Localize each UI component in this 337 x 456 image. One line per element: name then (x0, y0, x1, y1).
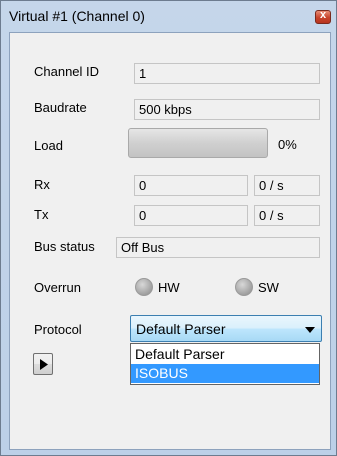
tx-label: Tx (34, 207, 49, 222)
play-button[interactable] (33, 353, 53, 375)
channel-panel: Channel ID 1 Baudrate 500 kbps Load 0% R… (9, 32, 331, 450)
window-title: Virtual #1 (Channel 0) (9, 8, 145, 24)
overrun-label: Overrun (34, 280, 81, 295)
bus-status-label: Bus status (34, 239, 95, 254)
channel-id-label: Channel ID (34, 64, 100, 79)
chevron-down-icon[interactable] (305, 327, 315, 333)
load-label: Load (34, 138, 63, 153)
hw-overrun-led (135, 278, 153, 296)
close-icon: x (319, 9, 327, 21)
rx-rate-field: 0 / s (254, 175, 320, 196)
protocol-label: Protocol (34, 322, 82, 337)
rx-label: Rx (34, 177, 50, 192)
baudrate-label: Baudrate (34, 100, 87, 115)
channel-window: Virtual #1 (Channel 0) x Channel ID 1 Ba… (0, 0, 337, 456)
load-progress-bar (128, 128, 268, 158)
close-button[interactable]: x (315, 9, 331, 24)
sw-overrun-led (235, 278, 253, 296)
protocol-select[interactable]: Default Parser (130, 315, 322, 342)
channel-id-field: 1 (134, 63, 320, 84)
tx-rate-field: 0 / s (254, 205, 320, 226)
title-bar[interactable]: Virtual #1 (Channel 0) x (1, 1, 336, 31)
load-percent: 0% (278, 137, 297, 152)
protocol-option-isobus[interactable]: ISOBUS (131, 364, 319, 383)
bus-status-field: Off Bus (116, 237, 320, 258)
protocol-option-default-parser[interactable]: Default Parser (131, 345, 319, 364)
protocol-selected-value: Default Parser (136, 321, 226, 337)
sw-overrun-label: SW (258, 280, 279, 295)
protocol-dropdown-list: Default Parser ISOBUS (130, 343, 320, 385)
tx-count-field: 0 (134, 205, 248, 226)
rx-count-field: 0 (134, 175, 248, 196)
play-icon (40, 359, 48, 370)
baudrate-field: 500 kbps (134, 99, 320, 120)
hw-overrun-label: HW (158, 280, 180, 295)
